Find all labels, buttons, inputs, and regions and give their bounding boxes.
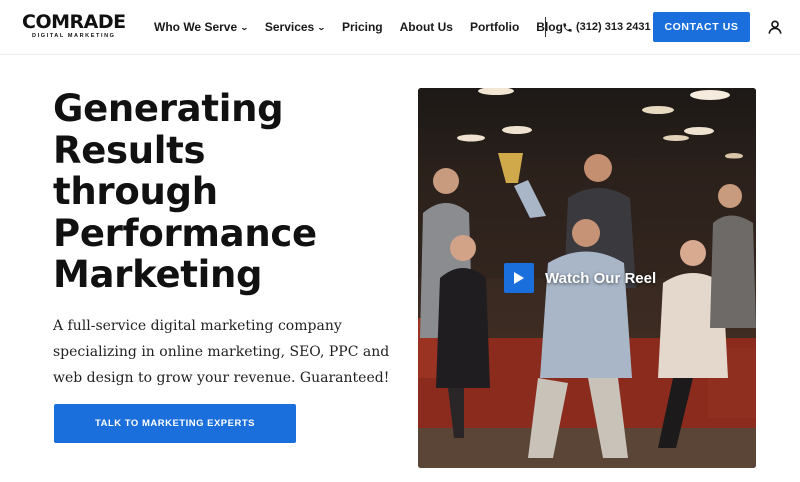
watch-reel-label: Watch Our Reel — [545, 269, 657, 287]
brand-logo[interactable]: COMRADE DIGITAL MARKETING — [22, 12, 126, 39]
phone-number: (312) 313 2431 — [576, 21, 651, 33]
talk-to-experts-button[interactable]: TALK TO MARKETING EXPERTS — [54, 404, 296, 443]
nav-item-portfolio[interactable]: Portfolio — [470, 20, 519, 34]
chevron-down-icon: ⌄ — [317, 22, 326, 32]
nav-item-pricing[interactable]: Pricing — [342, 20, 383, 34]
nav-item-about-us[interactable]: About Us — [400, 20, 453, 34]
hero-title-line: Performance — [53, 211, 317, 255]
nav-item-who-we-serve[interactable]: Who We Serve ⌄ — [154, 20, 249, 34]
phone-link[interactable]: (312) 313 2431 — [562, 21, 651, 33]
user-icon[interactable] — [767, 19, 783, 35]
nav-item-label: Services — [264, 20, 315, 34]
brand-name: COMRADE — [22, 11, 126, 33]
hero-title: Generating Results through Performance M… — [53, 88, 393, 296]
play-icon — [504, 263, 534, 293]
nav-item-blog[interactable]: Blog — [536, 20, 563, 34]
phone-icon — [563, 22, 572, 32]
nav-divider — [545, 17, 546, 37]
chevron-down-icon: ⌄ — [240, 22, 249, 32]
watch-reel-button[interactable]: Watch Our Reel — [504, 263, 656, 293]
brand-tagline: DIGITAL MARKETING — [32, 33, 116, 39]
hero-subtitle: A full-service digital marketing company… — [53, 318, 390, 386]
site-header: COMRADE DIGITAL MARKETING Who We Serve ⌄… — [0, 0, 800, 55]
contact-us-button[interactable]: CONTACT US — [653, 12, 750, 42]
nav-item-label: Who We Serve — [154, 20, 238, 34]
hero-title-line: Results — [53, 128, 206, 172]
video-reel[interactable]: Watch Our Reel — [418, 88, 756, 468]
hero-title-line: Generating — [53, 87, 284, 130]
hero-title-line: through — [53, 170, 218, 213]
main-nav: Who We Serve ⌄ Services ⌄ Pricing About … — [154, 20, 580, 34]
hero-title-line: Marketing — [53, 253, 263, 296]
nav-item-services[interactable]: Services ⌄ — [264, 20, 326, 34]
